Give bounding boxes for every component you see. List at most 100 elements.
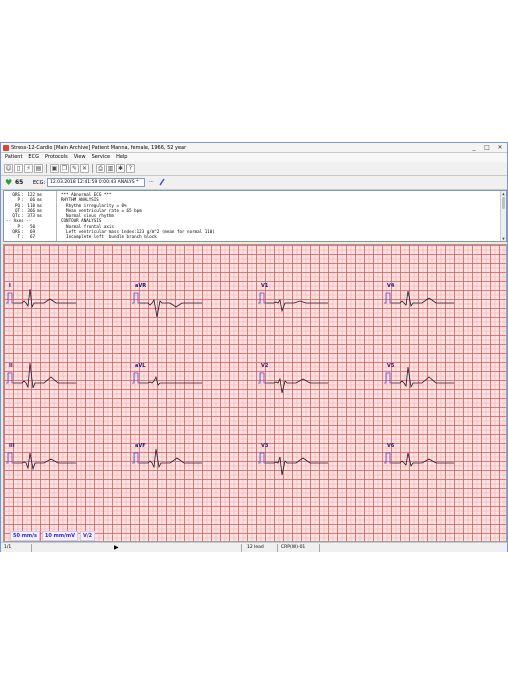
ecg-label: ECG: — [33, 180, 46, 186]
toolbar-separator — [92, 164, 93, 173]
ecg-record-bar: ♥ 65 ECG: 12.03.2018 12:41:59 0:00:43 AN… — [1, 176, 507, 190]
status-bar: 1/1 ▶ 12 lead CRP(W)-01 — [1, 542, 507, 552]
title-bar: Stress-12-Cardio [Main Archive] Patient … — [1, 143, 507, 153]
menu-ecg[interactable]: ECG — [28, 153, 39, 162]
status-filter: CRP(W)-01 — [281, 545, 306, 550]
close-button[interactable]: ✕ — [496, 145, 504, 151]
calibration-pulse — [6, 372, 14, 384]
calibration-pulse — [132, 372, 140, 384]
tools-icon[interactable]: ✱ — [116, 164, 125, 173]
scroll-thumb[interactable] — [502, 197, 505, 209]
scroll-up-icon[interactable]: ▲ — [501, 191, 506, 196]
status-divider — [241, 544, 242, 552]
lead-label: III — [9, 443, 15, 449]
help-icon[interactable]: ? — [126, 164, 135, 173]
print-icon[interactable]: ⎙ — [96, 164, 105, 173]
menu-help[interactable]: Help — [116, 153, 127, 162]
new-ecg-icon[interactable]: ▯ — [14, 164, 23, 173]
ecg-traces — [6, 288, 454, 476]
mode-setting[interactable]: V/2 — [79, 531, 96, 541]
app-window: Stress-12-Cardio [Main Archive] Patient … — [0, 142, 508, 552]
lead-label: aVL — [135, 363, 146, 369]
measurement-unit — [35, 234, 37, 239]
status-leads: 12 lead — [247, 545, 264, 550]
report-scrollbar[interactable]: ▲ ▼ — [500, 191, 506, 241]
window-title: Stress-12-Cardio [Main Archive] Patient … — [11, 145, 187, 151]
scroll-down-icon[interactable]: ▼ — [501, 236, 506, 241]
calibration-pulse — [258, 372, 266, 384]
lead-trace — [140, 375, 202, 386]
lead-trace — [392, 452, 454, 467]
calibration-pulse — [132, 452, 140, 464]
status-divider — [31, 544, 32, 552]
lead-label: II — [9, 363, 13, 369]
lead-trace — [392, 290, 454, 308]
calibration-pulse — [6, 452, 14, 464]
lead-trace — [266, 298, 328, 313]
calibration-pulse — [384, 292, 392, 304]
display-settings: 50 mm/s 10 mm/mV V/2 — [10, 531, 96, 541]
lead-label: V2 — [261, 363, 269, 369]
ecg-record-select[interactable]: 12.03.2018 12:41:59 0:00:43 ANALYS * — [47, 178, 145, 187]
lead-label: V6 — [387, 443, 395, 449]
lead-label: aVR — [135, 283, 147, 289]
measurement-unit: ms — [37, 213, 43, 219]
lead-label: V5 — [387, 363, 395, 369]
lead-label: I — [9, 283, 11, 289]
copy-icon[interactable]: ❐ — [60, 164, 69, 173]
ecg-grid[interactable]: 50 mm/s 10 mm/mV V/2 IaVR V1 V4 II aVL V2 V5 II… — [3, 244, 507, 542]
lead-label: V1 — [261, 283, 269, 289]
status-page: 1/1 — [4, 545, 12, 550]
lead-trace — [14, 288, 76, 309]
preview-icon[interactable]: ▥ — [106, 164, 115, 173]
calibration-pulse — [132, 292, 140, 304]
window-controls: _ □ ✕ — [470, 145, 504, 151]
heart-rate-value: 65 — [15, 179, 24, 186]
report-divider — [56, 191, 57, 241]
lead-trace — [14, 362, 76, 389]
calibration-pulse — [258, 292, 266, 304]
lead-trace — [266, 456, 328, 476]
exercise-icon[interactable]: ⚡ — [24, 164, 33, 173]
status-divider — [319, 544, 320, 552]
measurement-row: T:67 — [6, 234, 54, 239]
ecg-report-panel: QRS:122 ms P:66 ms PQ:110 ms QT:366 ms QTc:373 ms… — [3, 190, 507, 242]
status-divider — [277, 544, 278, 552]
paper-speed-setting[interactable]: 50 mm/s — [10, 531, 40, 541]
archive-icon[interactable]: ▤ — [34, 164, 43, 173]
calibration-pulse — [6, 292, 14, 304]
calibration-pulse — [258, 452, 266, 464]
measurements-list: QRS:122 ms P:66 ms PQ:110 ms QT:366 ms QTc:373 ms… — [6, 192, 54, 240]
lead-label: V4 — [387, 283, 395, 289]
lead-label: V3 — [261, 443, 269, 449]
edit-icon[interactable]: ✎ — [70, 164, 79, 173]
pen-icon[interactable] — [159, 178, 165, 186]
menu-service[interactable]: Service — [92, 153, 110, 162]
delete-icon[interactable]: ✕ — [80, 164, 89, 173]
lead-trace — [392, 366, 454, 389]
menu-protocols[interactable]: Protocols — [45, 153, 68, 162]
toolbar: ☺ ▯ ⚡ ▤ ▣ ❐ ✎ ✕ ⎙ ▥ ✱ ? — [1, 162, 507, 176]
analysis-text: *** Abnormal ECG *** RHYTHM ANALYSIS Rhyt… — [61, 192, 491, 240]
lead-trace — [14, 452, 76, 471]
lead-trace — [140, 448, 202, 469]
menu-patient[interactable]: Patient — [5, 153, 22, 162]
toolbar-separator — [46, 164, 47, 173]
calibration-pulse — [384, 452, 392, 464]
ecg-more-button[interactable]: ··· — [149, 179, 154, 185]
measurement-name: T — [17, 234, 20, 240]
measurement-value: 67 — [29, 234, 35, 240]
analysis-line: Incomplete left bundle branch block — [61, 234, 157, 240]
patient-icon[interactable]: ☺ — [4, 164, 13, 173]
open-icon[interactable]: ▣ — [50, 164, 59, 173]
lead-trace — [140, 298, 202, 318]
play-icon[interactable]: ▶ — [114, 543, 119, 552]
calibration-pulse — [384, 372, 392, 384]
maximize-button[interactable]: □ — [483, 145, 491, 151]
lead-trace — [266, 377, 328, 394]
gain-setting[interactable]: 10 mm/mV — [41, 531, 78, 541]
lead-label: aVF — [135, 443, 146, 449]
menu-bar: Patient ECG Protocols View Service Help — [1, 153, 507, 162]
menu-view[interactable]: View — [74, 153, 86, 162]
minimize-button[interactable]: _ — [470, 145, 478, 151]
